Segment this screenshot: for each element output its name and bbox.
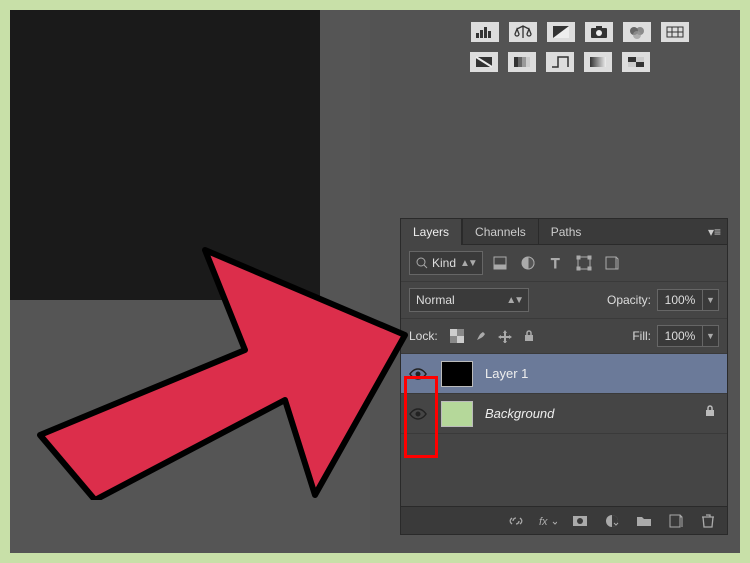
tab-channels[interactable]: Channels: [462, 219, 538, 245]
filter-kind-dropdown[interactable]: Kind ▲▼: [409, 251, 483, 275]
posterize-icon[interactable]: [508, 52, 536, 72]
link-layers-icon[interactable]: [507, 512, 525, 530]
lut-icon[interactable]: [661, 22, 689, 42]
layer-thumbnail[interactable]: [441, 361, 473, 387]
histogram-icon[interactable]: [471, 22, 499, 42]
fill-stepper[interactable]: ▼: [703, 325, 719, 347]
app-frame: Layers Channels Paths ▾≡ Kind ▲▼ T: [10, 10, 740, 553]
eye-icon: [408, 367, 428, 381]
layer-thumbnail[interactable]: [441, 401, 473, 427]
document-canvas[interactable]: [10, 10, 320, 300]
group-icon[interactable]: [635, 512, 653, 530]
invert-icon[interactable]: [470, 52, 498, 72]
lock-transparency-icon[interactable]: [448, 327, 466, 345]
layer-mask-icon[interactable]: [571, 512, 589, 530]
black-white-icon[interactable]: [547, 22, 575, 42]
panel-dock: Layers Channels Paths ▾≡ Kind ▲▼ T: [390, 110, 740, 553]
lock-icon: [703, 404, 717, 423]
layers-bottom-bar: fx: [401, 506, 727, 534]
opacity-input[interactable]: 100%: [657, 289, 703, 311]
search-icon: [416, 257, 428, 269]
threshold-icon[interactable]: [546, 52, 574, 72]
opacity-label: Opacity:: [607, 293, 651, 307]
new-layer-icon[interactable]: [667, 512, 685, 530]
layer-name[interactable]: Background: [485, 406, 554, 421]
visibility-toggle[interactable]: [401, 354, 435, 394]
canvas-area: [10, 10, 370, 553]
layer-style-icon[interactable]: fx: [539, 512, 557, 530]
filter-type-icon[interactable]: T: [545, 252, 567, 274]
panel-tabs: Layers Channels Paths ▾≡: [401, 219, 727, 245]
eye-icon: [408, 407, 428, 421]
fill-input[interactable]: 100%: [657, 325, 703, 347]
fill-label: Fill:: [632, 329, 651, 343]
blend-mode-value: Normal: [416, 293, 455, 307]
workspace-toolbar: [380, 10, 740, 100]
channel-mixer-icon[interactable]: [623, 22, 651, 42]
adjustment-layer-icon[interactable]: [603, 512, 621, 530]
balance-icon[interactable]: [509, 22, 537, 42]
opacity-stepper[interactable]: ▼: [703, 289, 719, 311]
selective-color-icon[interactable]: [622, 52, 650, 72]
visibility-toggle[interactable]: [401, 394, 435, 434]
lock-position-icon[interactable]: [496, 327, 514, 345]
blend-mode-dropdown[interactable]: Normal ▲▼: [409, 288, 529, 312]
camera-icon[interactable]: [585, 22, 613, 42]
filter-row: Kind ▲▼ T: [401, 245, 727, 282]
layer-name[interactable]: Layer 1: [485, 366, 528, 381]
lock-label: Lock:: [409, 329, 438, 343]
layers-panel: Layers Channels Paths ▾≡ Kind ▲▼ T: [400, 218, 728, 535]
layer-row[interactable]: Layer 1: [401, 354, 727, 394]
tab-paths[interactable]: Paths: [538, 219, 594, 245]
layer-row[interactable]: Background: [401, 394, 727, 434]
dropdown-arrows-icon: ▲▼: [506, 295, 522, 306]
filter-pixel-icon[interactable]: [489, 252, 511, 274]
delete-layer-icon[interactable]: [699, 512, 717, 530]
filter-smart-icon[interactable]: [601, 252, 623, 274]
lock-pixels-icon[interactable]: [472, 327, 490, 345]
tab-layers[interactable]: Layers: [401, 219, 462, 245]
lock-row: Lock: Fill: 100% ▼: [401, 319, 727, 354]
gradient-map-icon[interactable]: [584, 52, 612, 72]
blend-row: Normal ▲▼ Opacity: 100% ▼: [401, 282, 727, 319]
dropdown-arrows-icon: ▲▼: [460, 258, 476, 269]
svg-text:T: T: [551, 255, 560, 271]
filter-kind-label: Kind: [432, 256, 456, 270]
panel-menu-icon[interactable]: ▾≡: [708, 225, 721, 239]
filter-shape-icon[interactable]: [573, 252, 595, 274]
filter-adjustment-icon[interactable]: [517, 252, 539, 274]
svg-text:fx: fx: [539, 516, 548, 528]
lock-all-icon[interactable]: [520, 327, 538, 345]
